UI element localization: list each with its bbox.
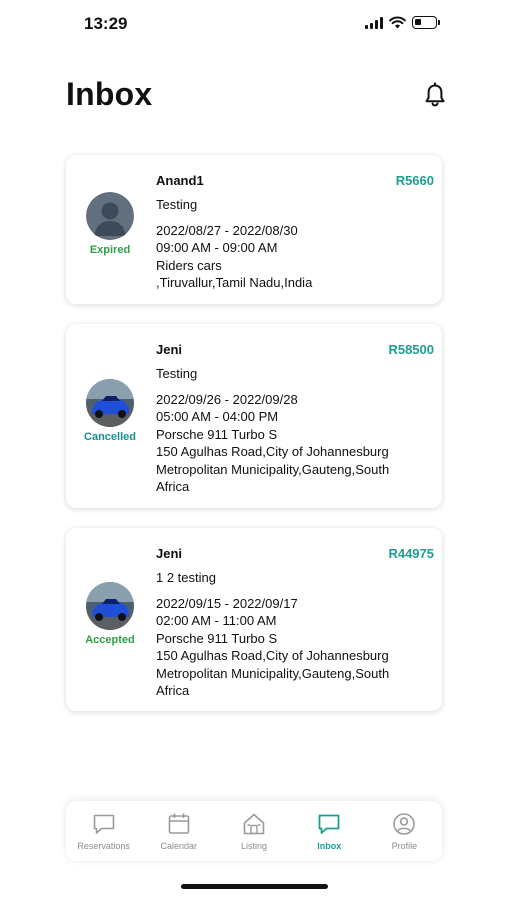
- booking-times: 02:00 AM - 11:00 AM: [156, 613, 277, 629]
- tab-reservations[interactable]: Reservations: [66, 801, 141, 861]
- avatar: [86, 192, 134, 240]
- tab-calendar[interactable]: Calendar: [141, 801, 216, 861]
- calendar-icon: [168, 813, 190, 834]
- price: R58500: [388, 342, 434, 357]
- bell-icon: [425, 82, 445, 107]
- status-time: 13:29: [84, 14, 128, 33]
- message-preview: 1 2 testing: [156, 570, 216, 585]
- address-line: 150 Agulhas Road,City of Johannesburg: [156, 444, 389, 460]
- car-avatar: [86, 379, 134, 427]
- booking-times: 09:00 AM - 09:00 AM: [156, 240, 278, 256]
- page-title: Inbox: [66, 76, 153, 112]
- status-badge: Expired: [89, 244, 131, 256]
- chat-bubble-icon: [93, 814, 114, 834]
- avatar: [86, 379, 134, 427]
- tab-label: Listing: [241, 841, 268, 851]
- chat-bubble-icon: [318, 814, 340, 834]
- wifi-icon: [389, 16, 406, 29]
- booking-details: 2022/09/15 - 2022/09/17 02:00 AM - 11:00…: [156, 595, 426, 699]
- status-badge: Accepted: [85, 634, 135, 646]
- tab-label: Reservations: [77, 841, 130, 851]
- vehicle-name: Porsche 911 Turbo S: [156, 630, 278, 646]
- status-icons: [365, 16, 440, 29]
- status-badge: Cancelled: [84, 431, 136, 443]
- booking-dates: 2022/09/15 - 2022/09/17: [156, 596, 298, 611]
- house-icon: [243, 813, 265, 835]
- booking-dates: 2022/09/26 - 2022/09/28: [156, 392, 298, 407]
- status-bar: 13:29: [0, 0, 507, 50]
- guest-name: Jeni: [156, 546, 183, 561]
- vehicle-name: Porsche 911 Turbo S: [156, 426, 278, 442]
- price: R44975: [388, 546, 434, 561]
- guest-name: Jeni: [156, 342, 183, 357]
- tab-inbox[interactable]: Inbox: [292, 801, 367, 861]
- address-line: Metropolitan Municipality,Gauteng,South: [156, 461, 390, 477]
- booking-times: 05:00 AM - 04:00 PM: [156, 409, 279, 425]
- tab-profile[interactable]: Profile: [367, 801, 442, 861]
- guest-name: Anand1: [156, 173, 204, 188]
- message-card[interactable]: Accepted Jeni R44975 1 2 testing 2022/09…: [66, 528, 442, 711]
- tab-listing[interactable]: Listing: [216, 801, 291, 861]
- address-line: Africa: [156, 683, 190, 699]
- address-line: 150 Agulhas Road,City of Johannesburg: [156, 648, 389, 664]
- message-card[interactable]: Expired Anand1 R5660 Testing 2022/08/27 …: [66, 155, 442, 304]
- address-line: Africa: [156, 479, 190, 495]
- price: R5660: [395, 173, 434, 188]
- battery-icon: [412, 16, 440, 29]
- notifications-button[interactable]: [420, 80, 450, 110]
- cellular-signal-icon: [365, 16, 383, 29]
- avatar: [86, 582, 134, 630]
- message-card[interactable]: Cancelled Jeni R58500 Testing 2022/09/26…: [66, 324, 442, 508]
- home-indicator: [181, 884, 328, 889]
- address-line: ,Tiruvallur,Tamil Nadu,India: [156, 275, 313, 291]
- vehicle-name: Riders cars: [156, 257, 222, 273]
- bottom-tab-bar: Reservations Calendar Listing Inbox Prof…: [66, 801, 442, 861]
- car-avatar: [86, 582, 134, 630]
- booking-dates: 2022/08/27 - 2022/08/30: [156, 223, 298, 238]
- user-circle-icon: [393, 813, 416, 835]
- message-preview: Testing: [156, 366, 198, 381]
- address-line: Metropolitan Municipality,Gauteng,South: [156, 665, 390, 681]
- message-preview: Testing: [156, 197, 198, 212]
- tab-label: Inbox: [317, 841, 342, 851]
- booking-details: 2022/08/27 - 2022/08/30 09:00 AM - 09:00…: [156, 222, 426, 292]
- tab-label: Profile: [391, 841, 418, 851]
- tab-label: Calendar: [160, 841, 198, 851]
- default-user-avatar: [86, 192, 134, 240]
- booking-details: 2022/09/26 - 2022/09/28 05:00 AM - 04:00…: [156, 391, 426, 495]
